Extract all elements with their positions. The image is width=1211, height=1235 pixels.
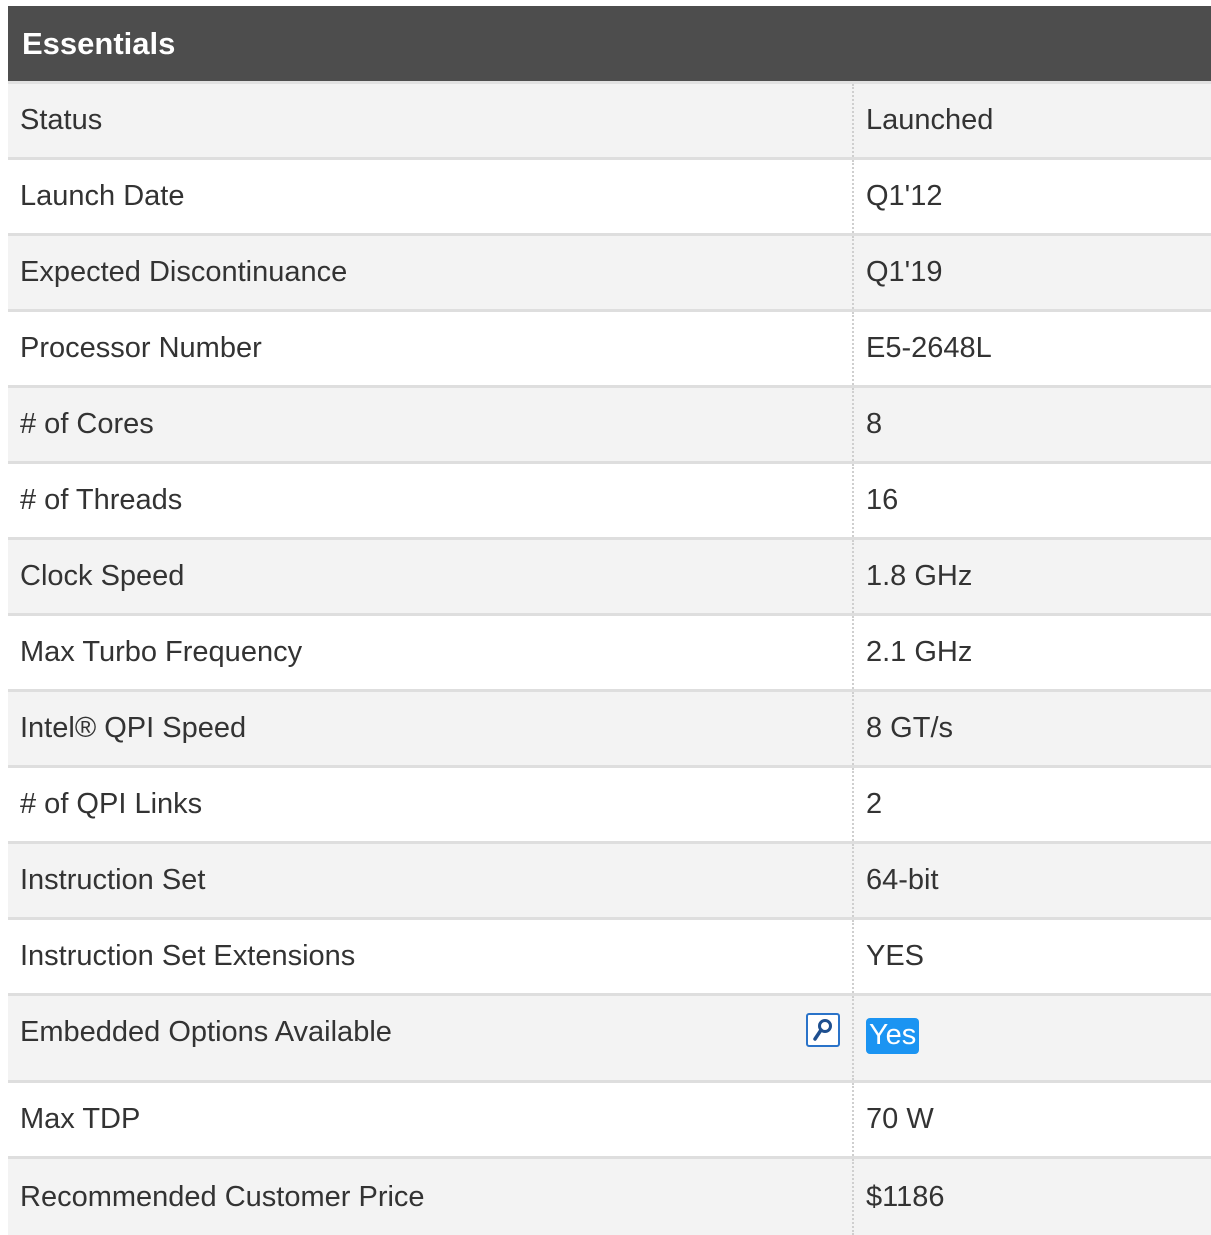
spec-label: Expected Discontinuance bbox=[8, 236, 854, 309]
spec-label: Max Turbo Frequency bbox=[8, 616, 854, 689]
embedded-options-link[interactable]: Yes bbox=[866, 1018, 920, 1054]
spec-label: Processor Number bbox=[8, 312, 854, 385]
spec-row-clock-speed: Clock Speed 1.8 GHz bbox=[8, 540, 1211, 616]
spec-row-recommended-price: Recommended Customer Price $1186 bbox=[8, 1159, 1211, 1235]
spec-value: $1186 bbox=[866, 1180, 945, 1213]
spec-label-text: Embedded Options Available bbox=[20, 1016, 392, 1048]
spec-row-qpi-speed: Intel® QPI Speed 8 GT/s bbox=[8, 692, 1211, 768]
spec-row-max-tdp: Max TDP 70 W bbox=[8, 1083, 1211, 1159]
spec-label: # of QPI Links bbox=[8, 768, 854, 841]
spec-row-instruction-set-extensions: Instruction Set Extensions YES bbox=[8, 920, 1211, 996]
search-icon bbox=[813, 1019, 832, 1041]
spec-label: Status bbox=[8, 84, 854, 157]
spec-label: Launch Date bbox=[8, 160, 854, 233]
spec-value: 64-bit bbox=[866, 864, 939, 896]
spec-value: 16 bbox=[866, 484, 899, 516]
spec-value: 1.8 GHz bbox=[866, 560, 973, 592]
spec-label: Intel® QPI Speed bbox=[8, 692, 854, 765]
spec-value: Yes bbox=[854, 996, 1211, 1080]
spec-label: Recommended Customer Price bbox=[8, 1159, 854, 1235]
spec-row-status: Status Launched bbox=[8, 84, 1211, 160]
spec-row-threads: # of Threads 16 bbox=[8, 464, 1211, 540]
spec-row-embedded-options: Embedded Options Available Yes bbox=[8, 996, 1211, 1083]
section-title: Essentials bbox=[22, 25, 176, 61]
spec-row-launch-date: Launch Date Q1'12 bbox=[8, 160, 1211, 236]
spec-row-processor-number: Processor Number E5-2648L bbox=[8, 312, 1211, 388]
spec-label: Embedded Options Available bbox=[8, 996, 854, 1080]
spec-label: Instruction Set Extensions bbox=[8, 920, 854, 993]
spec-value: 2.1 GHz bbox=[866, 636, 973, 668]
spec-row-expected-discontinuance: Expected Discontinuance Q1'19 bbox=[8, 236, 1211, 312]
spec-value: Q1'19 bbox=[866, 256, 943, 288]
spec-label: # of Cores bbox=[8, 388, 854, 461]
spec-value: Launched bbox=[866, 104, 994, 136]
spec-row-qpi-links: # of QPI Links 2 bbox=[8, 768, 1211, 844]
spec-row-instruction-set: Instruction Set 64-bit bbox=[8, 844, 1211, 920]
spec-row-cores: # of Cores 8 bbox=[8, 388, 1211, 464]
search-button[interactable] bbox=[806, 1013, 840, 1047]
spec-row-max-turbo-frequency: Max Turbo Frequency 2.1 GHz bbox=[8, 616, 1211, 692]
spec-label: # of Threads bbox=[8, 464, 854, 537]
spec-label: Clock Speed bbox=[8, 540, 854, 613]
spec-label: Max TDP bbox=[8, 1083, 854, 1156]
spec-value: 8 bbox=[866, 408, 883, 440]
spec-value: 8 GT/s bbox=[866, 712, 954, 744]
spec-label: Instruction Set bbox=[8, 844, 854, 917]
spec-value: 2 bbox=[866, 788, 883, 820]
spec-value: 70 W bbox=[866, 1103, 934, 1135]
spec-value: YES bbox=[866, 940, 925, 972]
section-header: Essentials bbox=[8, 6, 1211, 84]
essentials-table: Essentials Status Launched Launch Date Q… bbox=[8, 6, 1211, 1235]
spec-value: E5-2648L bbox=[866, 332, 992, 364]
spec-value: Q1'12 bbox=[866, 180, 943, 212]
